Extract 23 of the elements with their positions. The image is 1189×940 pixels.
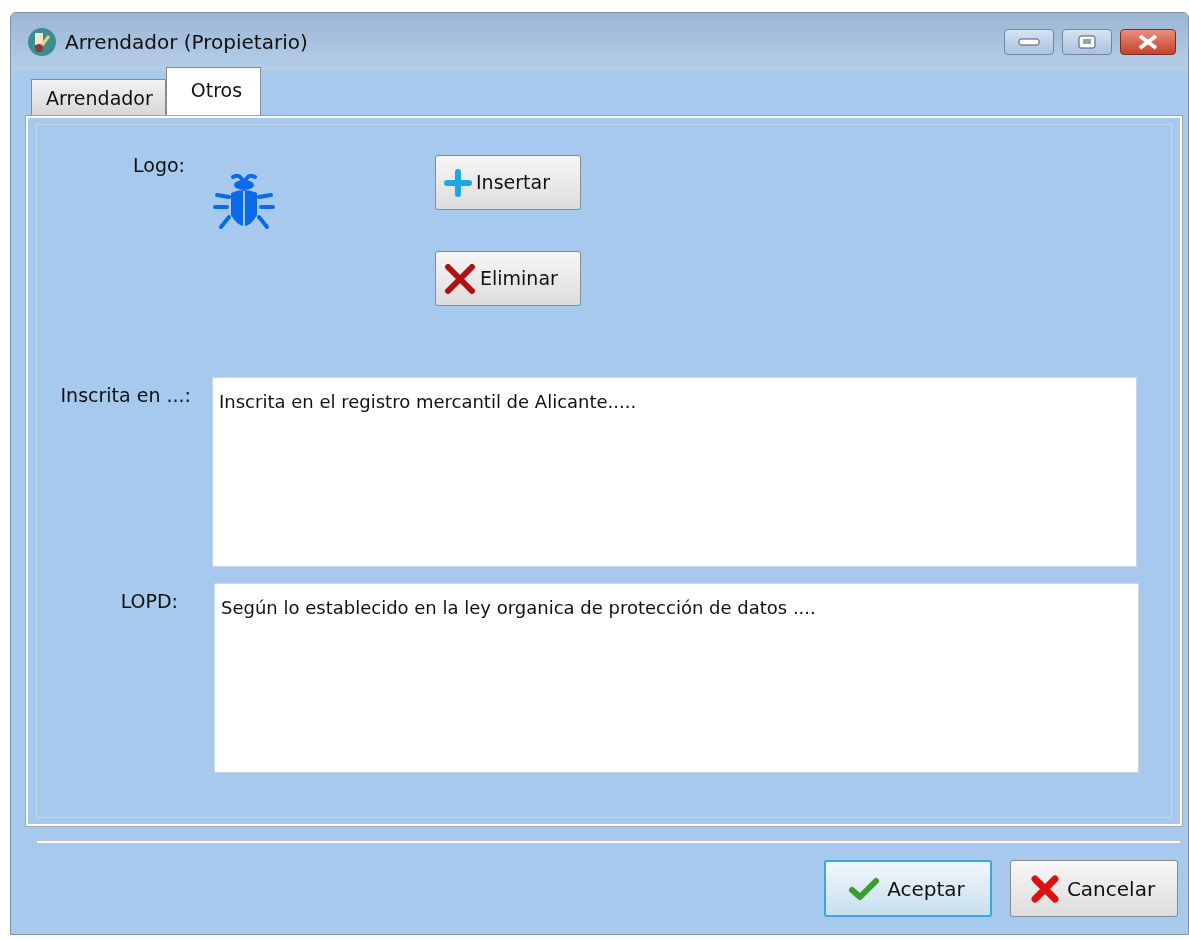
plus-icon <box>444 168 472 197</box>
text-area[interactable]: Según lo establecido en la ley organica de protección de datos .... <box>214 583 1139 773</box>
field-label: Logo: <box>132 153 185 178</box>
check-icon <box>849 876 880 901</box>
close-button[interactable] <box>1120 29 1176 55</box>
maximize-icon <box>1078 35 1096 49</box>
window-title: Arrendador (Propietario) <box>65 29 309 56</box>
field-label: LOPD: <box>119 589 178 614</box>
cross-icon <box>1030 874 1059 903</box>
accept-button[interactable]: Aceptar <box>824 860 992 917</box>
text-area[interactable]: Inscrita en el registro mercantil de Alicante..... <box>212 377 1137 567</box>
tab[interactable]: Arrendador <box>31 78 166 116</box>
minimize-button[interactable] <box>1004 29 1054 55</box>
cancel-button[interactable]: Cancelar <box>1010 860 1178 917</box>
maximize-button[interactable] <box>1062 29 1112 55</box>
app-icon <box>27 27 57 57</box>
minimize-icon <box>1018 38 1040 46</box>
cross-icon <box>444 262 476 295</box>
insert-button[interactable]: Insertar <box>435 155 581 210</box>
close-icon <box>1137 34 1159 50</box>
tab[interactable]: Otros <box>165 66 262 116</box>
delete-button[interactable]: Eliminar <box>435 251 581 306</box>
field-label: Inscrita en ...: <box>59 383 191 408</box>
